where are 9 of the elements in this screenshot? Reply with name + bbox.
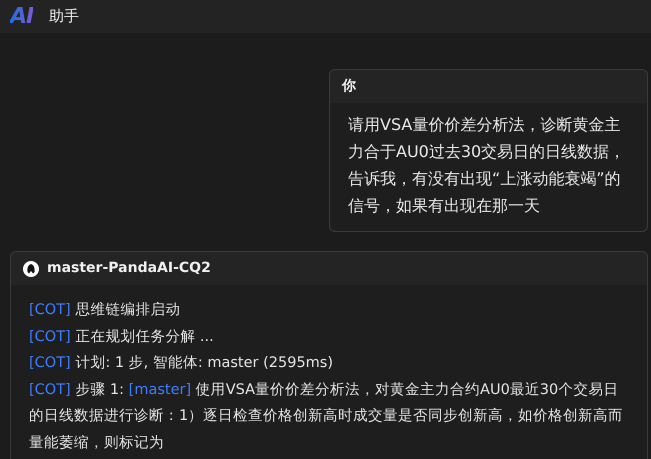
app-title: 助手 [49,6,80,28]
log-line: [COT] 步骤 1: [master] 使用VSA量价价差分析法，对黄金主力合约AU0最近30个交易日的日线数据进行诊断：1）逐日检查价格创新高时成交量是否同步创新高，如价格创新高而量能萎缩，则标记为 [29,380,624,452]
author-name: master-PandaAI-CQ2 [47,259,211,278]
log-line: [COT] 正在规划任务分解 ... [29,328,215,346]
message-text: 请用VSA量价价差分析法，诊断黄金主力合于AU0过去30交易日的日线数据，告诉我，有没有出现“上涨动能衰竭”的信号，如果有出现在那一天 [348,114,626,217]
author-name: 你 [342,77,356,96]
avatar-icon [23,260,39,276]
log-line: [COT] 思维链编排启动 [29,300,182,320]
log-line: [COT] 计划: 1 步, 智能体: master (2595ms) [29,354,334,373]
